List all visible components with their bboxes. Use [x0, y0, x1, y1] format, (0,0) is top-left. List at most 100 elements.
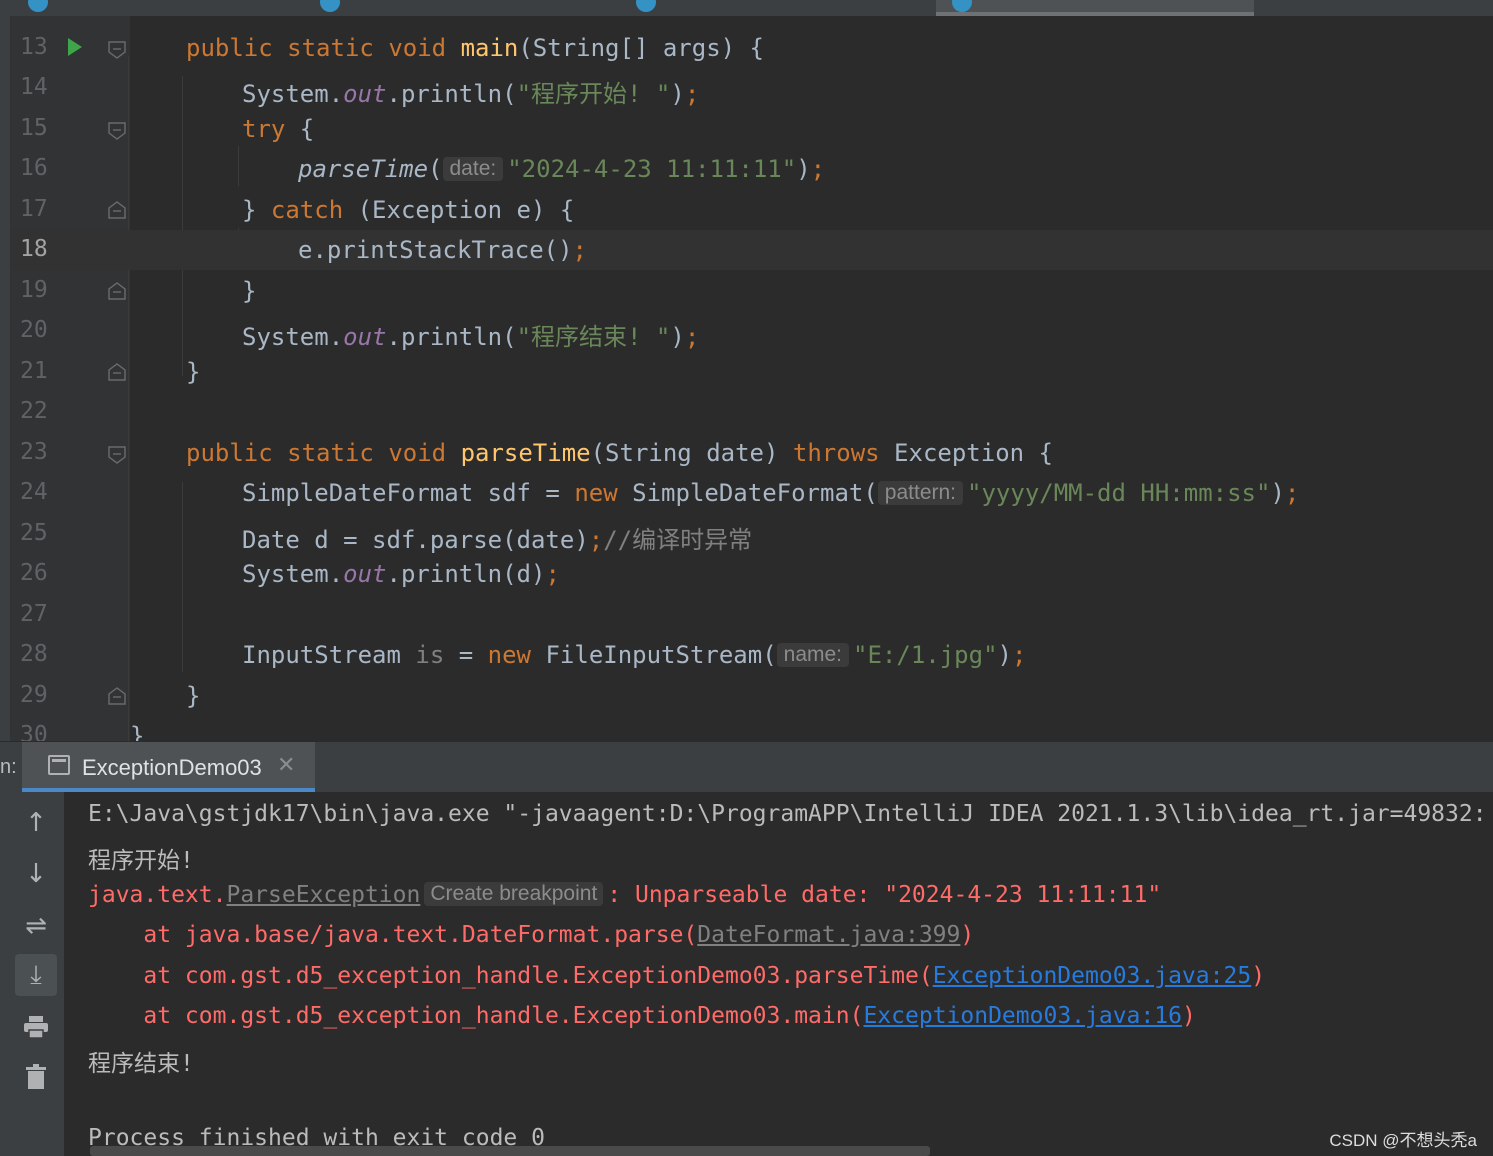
line-number: 20	[20, 317, 48, 343]
editor-tab[interactable]	[620, 0, 936, 16]
code-text: }	[186, 358, 201, 386]
line-number: 26	[20, 560, 48, 586]
fold-collapse-icon[interactable]	[108, 446, 126, 464]
java-class-icon	[28, 0, 48, 12]
stacktrace-line: at com.gst.d5_exception_handle.Exception…	[88, 1003, 1196, 1029]
editor-tab-strip	[0, 0, 1493, 17]
parameter-hint: name:	[776, 643, 850, 667]
watermark: CSDN @不想头秃a	[1329, 1131, 1477, 1150]
code-line[interactable]: 26 System.out.println(d);	[10, 554, 1493, 594]
parameter-hint: date:	[442, 157, 504, 181]
exception-class-link[interactable]: ParseException	[226, 882, 420, 908]
editor-tab[interactable]	[300, 0, 620, 16]
run-panel-header: n: ExceptionDemo03 ✕	[0, 741, 1493, 792]
line-number: 14	[20, 74, 48, 100]
code-line[interactable]: 13 public static void main(String[] args…	[10, 28, 1493, 68]
code-line-current[interactable]: 18 e.printStackTrace();	[10, 230, 1493, 270]
code-line[interactable]: 19 }	[10, 271, 1493, 311]
console-output[interactable]: E:\Java\gstjdk17\bin\java.exe "-javaagen…	[64, 792, 1493, 1156]
line-number: 29	[20, 682, 48, 708]
soft-wrap-icon[interactable]: ⇌	[15, 905, 57, 947]
code-line[interactable]: 15 try {	[10, 109, 1493, 149]
code-editor[interactable]: 13 public static void main(String[] args…	[10, 16, 1493, 741]
left-tool-strip	[0, 16, 10, 741]
code-line[interactable]: 24 SimpleDateFormat sdf = new SimpleDate…	[10, 473, 1493, 513]
code-text: public static void main(String[] args) {	[186, 34, 764, 62]
line-number: 15	[20, 115, 48, 141]
stacktrace-link[interactable]: ExceptionDemo03.java:25	[933, 963, 1252, 989]
stacktrace-line: at com.gst.d5_exception_handle.Exception…	[88, 963, 1266, 989]
run-gutter-icon[interactable]	[68, 38, 82, 56]
line-number: 22	[20, 398, 48, 424]
code-text: InputStream is = new FileInputStream(nam…	[242, 641, 1027, 669]
close-icon[interactable]: ✕	[277, 753, 295, 778]
code-text: System.out.println("程序开始! ");	[242, 80, 700, 108]
code-text: }	[242, 277, 257, 305]
line-number: 28	[20, 641, 48, 667]
code-text: }	[186, 682, 201, 710]
line-number: 13	[20, 34, 48, 60]
run-tab[interactable]: ExceptionDemo03 ✕	[22, 742, 315, 792]
horizontal-scrollbar[interactable]	[90, 1146, 930, 1156]
console-exception-line: java.text.ParseException Create breakpoin…	[88, 882, 1162, 908]
code-line[interactable]: 25 Date d = sdf.parse(date);//编译时异常	[10, 514, 1493, 554]
console-command-line: E:\Java\gstjdk17\bin\java.exe "-javaagen…	[88, 801, 1487, 827]
console-output-line: 程序开始!	[88, 848, 194, 874]
code-comment: //编译时异常	[603, 526, 753, 554]
stacktrace-line: at java.base/java.text.DateFormat.parse(…	[88, 922, 975, 948]
code-text: public static void parseTime(String date…	[186, 439, 1053, 467]
console-icon	[48, 755, 70, 775]
fold-collapse-icon[interactable]	[108, 41, 126, 59]
code-line[interactable]: 22	[10, 392, 1493, 432]
code-text: System.out.println("程序结束! ");	[242, 323, 700, 351]
editor-tab[interactable]	[0, 0, 300, 16]
code-line[interactable]: 29 }	[10, 676, 1493, 716]
print-icon[interactable]	[15, 1006, 57, 1048]
scroll-to-end-icon[interactable]: ⤓	[15, 954, 57, 996]
line-number: 30	[20, 722, 48, 741]
code-text: Date d = sdf.parse(date);//编译时异常	[242, 526, 753, 554]
code-line[interactable]: 30 }	[10, 716, 1493, 741]
code-text: }	[130, 722, 145, 741]
line-number: 27	[20, 601, 48, 627]
code-text: parseTime(date: "2024-4-23 11:11:11");	[298, 155, 826, 183]
run-tab-label: ExceptionDemo03	[82, 755, 262, 780]
code-line[interactable]: 16 parseTime(date: "2024-4-23 11:11:11");	[10, 149, 1493, 189]
line-number: 24	[20, 479, 48, 505]
stacktrace-link[interactable]: DateFormat.java:399	[697, 922, 960, 948]
arrow-down-icon[interactable]: ↓	[15, 853, 57, 895]
code-line[interactable]: 20 System.out.println("程序结束! ");	[10, 311, 1493, 351]
code-line[interactable]: 27	[10, 595, 1493, 635]
code-text: SimpleDateFormat sdf = new SimpleDateFor…	[242, 479, 1300, 507]
code-text: e.printStackTrace();	[298, 236, 587, 264]
trash-icon[interactable]	[15, 1056, 57, 1098]
code-line[interactable]: 23 public static void parseTime(String d…	[10, 433, 1493, 473]
code-line[interactable]: 28 InputStream is = new FileInputStream(…	[10, 635, 1493, 675]
console-output-line: 程序结束!	[88, 1051, 194, 1077]
line-number: 18	[20, 236, 48, 262]
arrow-up-icon[interactable]: ↑	[15, 802, 57, 844]
stacktrace-link[interactable]: ExceptionDemo03.java:16	[863, 1003, 1182, 1029]
code-text: } catch (Exception e) {	[242, 196, 575, 224]
editor-tab-active[interactable]	[936, 0, 1254, 16]
line-number: 16	[20, 155, 48, 181]
code-line[interactable]: 14 System.out.println("程序开始! ");	[10, 68, 1493, 108]
create-breakpoint-button[interactable]: Create breakpoint	[424, 882, 604, 906]
code-line[interactable]: 21 }	[10, 352, 1493, 392]
code-line[interactable]: 17 } catch (Exception e) {	[10, 190, 1493, 230]
fold-end-icon[interactable]	[108, 201, 126, 219]
console-toolbar: ↑ ↓ ⇌ ⤓	[0, 792, 65, 1156]
java-class-icon	[636, 0, 656, 12]
line-number: 19	[20, 277, 48, 303]
line-number: 21	[20, 358, 48, 384]
fold-end-icon[interactable]	[108, 687, 126, 705]
parameter-hint: pattern:	[877, 481, 964, 505]
line-number: 25	[20, 520, 48, 546]
fold-end-icon[interactable]	[108, 282, 126, 300]
java-class-icon	[952, 0, 972, 12]
code-text: System.out.println(d);	[242, 560, 560, 588]
java-class-icon	[320, 0, 340, 12]
fold-end-icon[interactable]	[108, 363, 126, 381]
line-number: 23	[20, 439, 48, 465]
fold-collapse-icon[interactable]	[108, 122, 126, 140]
